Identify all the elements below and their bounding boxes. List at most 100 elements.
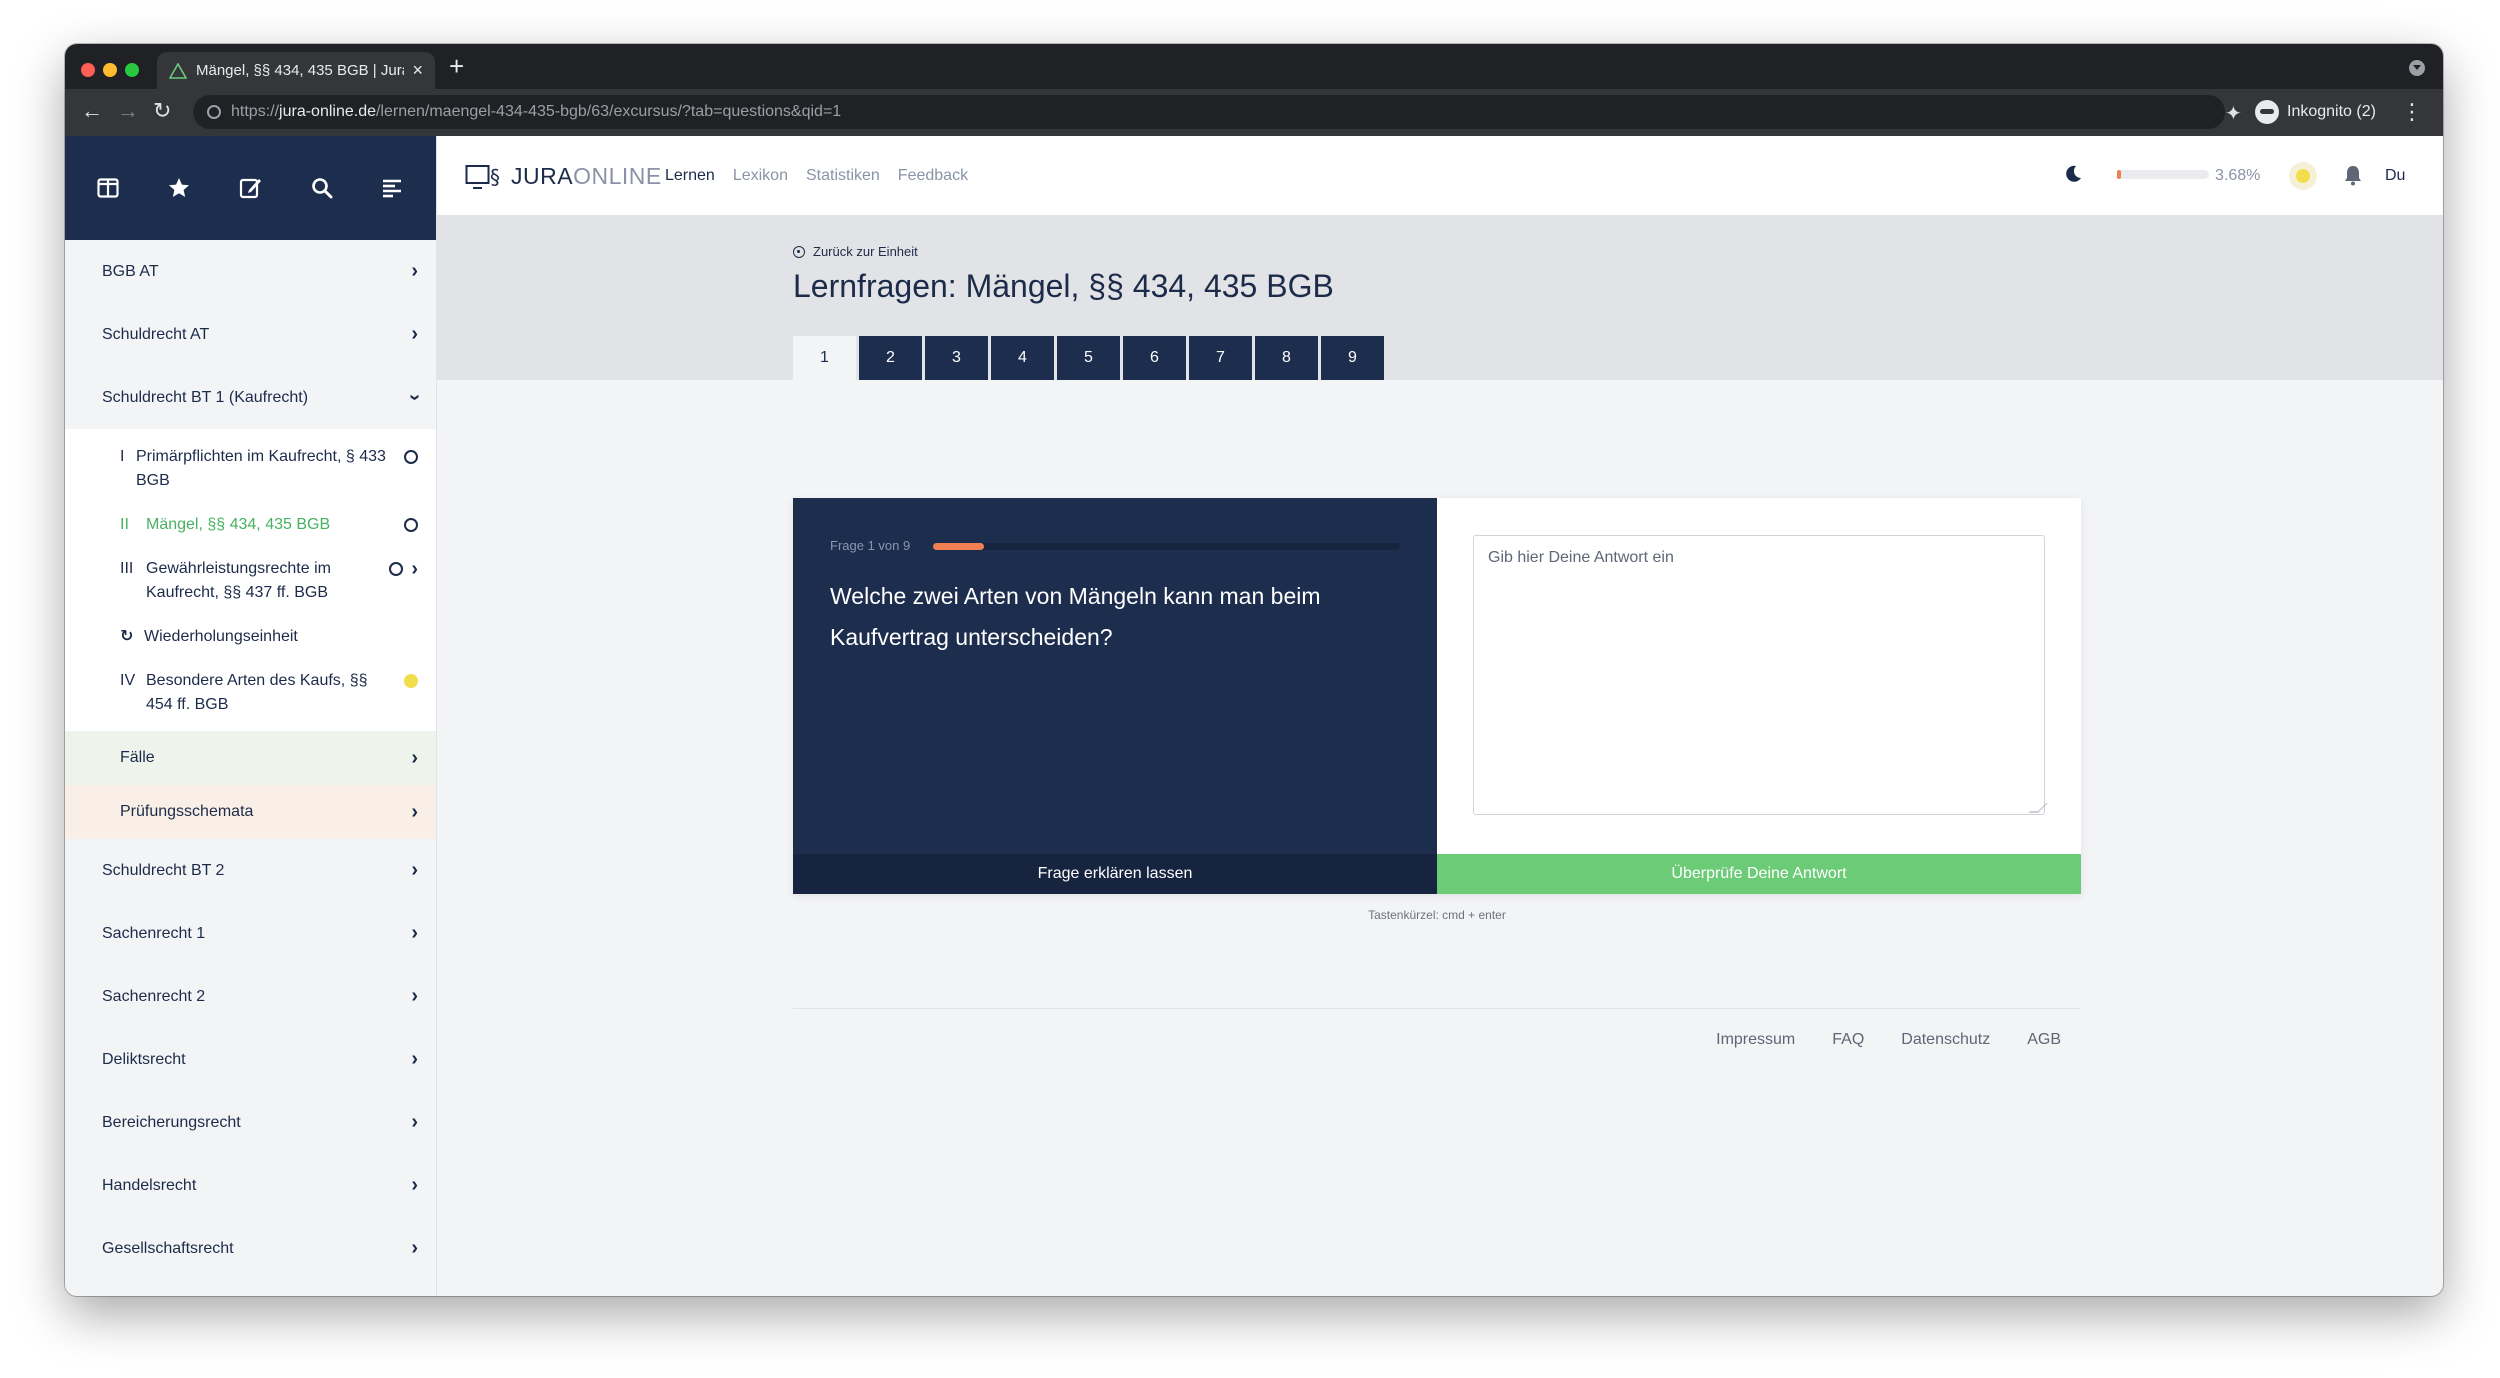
- nav-lernen[interactable]: Lernen: [665, 167, 715, 185]
- star-icon[interactable]: [167, 176, 191, 200]
- browser-tab[interactable]: Mängel, §§ 434, 435 BGB | Jura ×: [157, 52, 435, 89]
- menu-lines-icon[interactable]: [381, 176, 403, 200]
- sidebar-item-bereicherungsrecht[interactable]: Bereicherungsrecht ›: [65, 1091, 436, 1154]
- course-progress-fill: [2117, 170, 2121, 179]
- user-menu[interactable]: Du: [2385, 167, 2405, 185]
- sidebar-toolbar: [65, 136, 436, 240]
- repeat-icon: ↻: [120, 628, 134, 645]
- close-window-button[interactable]: [81, 63, 95, 77]
- footer-link-impressum[interactable]: Impressum: [1716, 1031, 1795, 1049]
- course-nav: BGB AT › Schuldrecht AT › Schuldrecht BT…: [65, 240, 436, 429]
- reload-icon[interactable]: ↻: [153, 98, 171, 124]
- chevron-right-icon: ›: [411, 859, 418, 881]
- sidebar-item-label: Schuldrecht AT: [102, 325, 210, 343]
- subunit-number: III: [120, 560, 134, 577]
- subunit-primaerpflichten[interactable]: I Primärpflichten im Kaufrecht, § 433 BG…: [65, 435, 436, 503]
- footer-link-faq[interactable]: FAQ: [1832, 1031, 1864, 1049]
- tab-title: Mängel, §§ 434, 435 BGB | Jura: [196, 62, 405, 79]
- sidebar-item-label: Schuldrecht BT 2: [102, 861, 225, 879]
- dark-mode-moon-icon[interactable]: [2063, 164, 2083, 184]
- question-tab-6[interactable]: 6: [1123, 336, 1186, 380]
- page-title: Lernfragen: Mängel, §§ 434, 435 BGB: [793, 268, 1334, 304]
- sidebar-item-sachenrecht-2[interactable]: Sachenrecht 2 ›: [65, 965, 436, 1028]
- chevron-right-icon: ›: [411, 985, 418, 1007]
- sidebar-item-label: Sachenrecht 1: [102, 924, 206, 942]
- sidebar-item-label: Bereicherungsrecht: [102, 1113, 241, 1131]
- question-tab-2[interactable]: 2: [859, 336, 922, 380]
- main-content: § JURA ONLINE Lernen Lexikon Statistiken …: [437, 136, 2443, 1296]
- sidebar-item-schuldrecht-bt1[interactable]: Schuldrecht BT 1 (Kaufrecht) ›: [65, 366, 436, 429]
- maximize-window-button[interactable]: [125, 63, 139, 77]
- sidebar-item-gesellschaftsrecht[interactable]: Gesellschaftsrecht ›: [65, 1217, 436, 1280]
- sidebar-item-label: BGB AT: [102, 262, 159, 280]
- sidebar-item-label: Fälle: [120, 749, 155, 766]
- question-tab-7[interactable]: 7: [1189, 336, 1252, 380]
- sidebar-item-schuldrecht-bt2[interactable]: Schuldrecht BT 2 ›: [65, 839, 436, 902]
- tab-close-icon[interactable]: ×: [412, 60, 423, 81]
- answer-input[interactable]: [1473, 535, 2045, 815]
- question-progress-bar: [933, 543, 1400, 550]
- subunit-besondere-arten[interactable]: IV Besondere Arten des Kaufs, §§ 454 ff.…: [65, 659, 436, 727]
- subunit-maengel[interactable]: II Mängel, §§ 434, 435 BGB: [65, 503, 436, 547]
- jura-favicon-icon: [169, 62, 187, 79]
- chevron-right-icon[interactable]: ›: [411, 557, 418, 581]
- question-tab-1[interactable]: 1: [793, 336, 856, 380]
- subunit-gewaehrleistungsrechte[interactable]: III Gewährleistungsrechte im Kaufrecht, …: [65, 547, 436, 615]
- chevron-right-icon: ›: [411, 1048, 418, 1070]
- site-info-icon[interactable]: [207, 105, 221, 119]
- question-tab-8[interactable]: 8: [1255, 336, 1318, 380]
- chevron-right-icon: ›: [411, 1111, 418, 1133]
- minimize-window-button[interactable]: [103, 63, 117, 77]
- chevron-right-icon: ›: [411, 1237, 418, 1259]
- sidebar-item-schuldrecht-at[interactable]: Schuldrecht AT ›: [65, 303, 436, 366]
- check-answer-button[interactable]: Überprüfe Deine Antwort: [1437, 854, 2081, 894]
- tab-strip: Mängel, §§ 434, 435 BGB | Jura × +: [65, 44, 2443, 89]
- tab-search-icon[interactable]: [2409, 60, 2425, 76]
- sidebar-item-label: Deliktsrecht: [102, 1050, 186, 1068]
- incognito-icon[interactable]: [2255, 100, 2279, 124]
- back-link-label: Zurück zur Einheit: [813, 244, 918, 259]
- question-text: Welche zwei Arten von Mängeln kann man b…: [830, 583, 1321, 650]
- back-circle-icon: [793, 245, 805, 258]
- subunit-label: Wiederholungseinheit: [144, 628, 298, 645]
- sidebar-item-handelsrecht[interactable]: Handelsrecht ›: [65, 1154, 436, 1217]
- question-tab-4[interactable]: 4: [991, 336, 1054, 380]
- question-tab-9[interactable]: 9: [1321, 336, 1384, 380]
- subunit-wiederholung[interactable]: ↻ Wiederholungseinheit: [65, 615, 436, 659]
- question-tab-3[interactable]: 3: [925, 336, 988, 380]
- nav-statistiken[interactable]: Statistiken: [806, 167, 880, 185]
- sidebar-item-label: Schuldrecht BT 1 (Kaufrecht): [102, 388, 309, 406]
- explain-question-button[interactable]: Frage erklären lassen: [793, 854, 1437, 894]
- subunit-label: Besondere Arten des Kaufs, §§ 454 ff. BG…: [146, 672, 368, 713]
- sidebar-item-deliktsrecht[interactable]: Deliktsrecht ›: [65, 1028, 436, 1091]
- question-tab-5[interactable]: 5: [1057, 336, 1120, 380]
- nav-lexikon[interactable]: Lexikon: [733, 167, 788, 185]
- sidebar-item-faelle[interactable]: Fälle ›: [65, 731, 436, 785]
- svg-text:§: §: [490, 165, 500, 189]
- browser-window: Mängel, §§ 434, 435 BGB | Jura × + ← → ↻…: [65, 44, 2443, 1296]
- chevron-down-icon: ›: [404, 394, 427, 401]
- new-tab-button[interactable]: +: [449, 53, 464, 79]
- back-to-unit-link[interactable]: Zurück zur Einheit: [793, 244, 918, 259]
- sidebar: BGB AT › Schuldrecht AT › Schuldrecht BT…: [65, 136, 437, 1296]
- jura-online-logo[interactable]: § JURA ONLINE: [465, 163, 662, 190]
- search-icon[interactable]: [311, 176, 333, 200]
- points-coin-icon[interactable]: [2289, 162, 2317, 190]
- nav-feedback[interactable]: Feedback: [898, 167, 968, 185]
- footer-link-datenschutz[interactable]: Datenschutz: [1901, 1031, 1990, 1049]
- notification-bell-icon[interactable]: [2343, 164, 2363, 186]
- edit-note-icon[interactable]: [239, 176, 263, 200]
- layout-columns-icon[interactable]: [97, 176, 119, 200]
- footer-divider: [793, 1008, 2081, 1009]
- extensions-puzzle-icon[interactable]: ✦: [2225, 101, 2242, 126]
- incognito-label[interactable]: Inkognito (2): [2287, 103, 2376, 121]
- forward-arrow-icon[interactable]: →: [117, 98, 139, 124]
- browser-menu-icon[interactable]: ⋮: [2401, 99, 2423, 125]
- sidebar-item-sachenrecht-1[interactable]: Sachenrecht 1 ›: [65, 902, 436, 965]
- footer-link-agb[interactable]: AGB: [2027, 1031, 2061, 1049]
- back-arrow-icon[interactable]: ←: [81, 98, 103, 124]
- sidebar-item-label: Gesellschaftsrecht: [102, 1239, 234, 1257]
- sidebar-item-pruefungsschemata[interactable]: Prüfungsschemata ›: [65, 785, 436, 839]
- address-bar[interactable]: https://jura-online.de/lernen/maengel-43…: [193, 95, 2225, 129]
- sidebar-item-bgb-at[interactable]: BGB AT ›: [65, 240, 436, 303]
